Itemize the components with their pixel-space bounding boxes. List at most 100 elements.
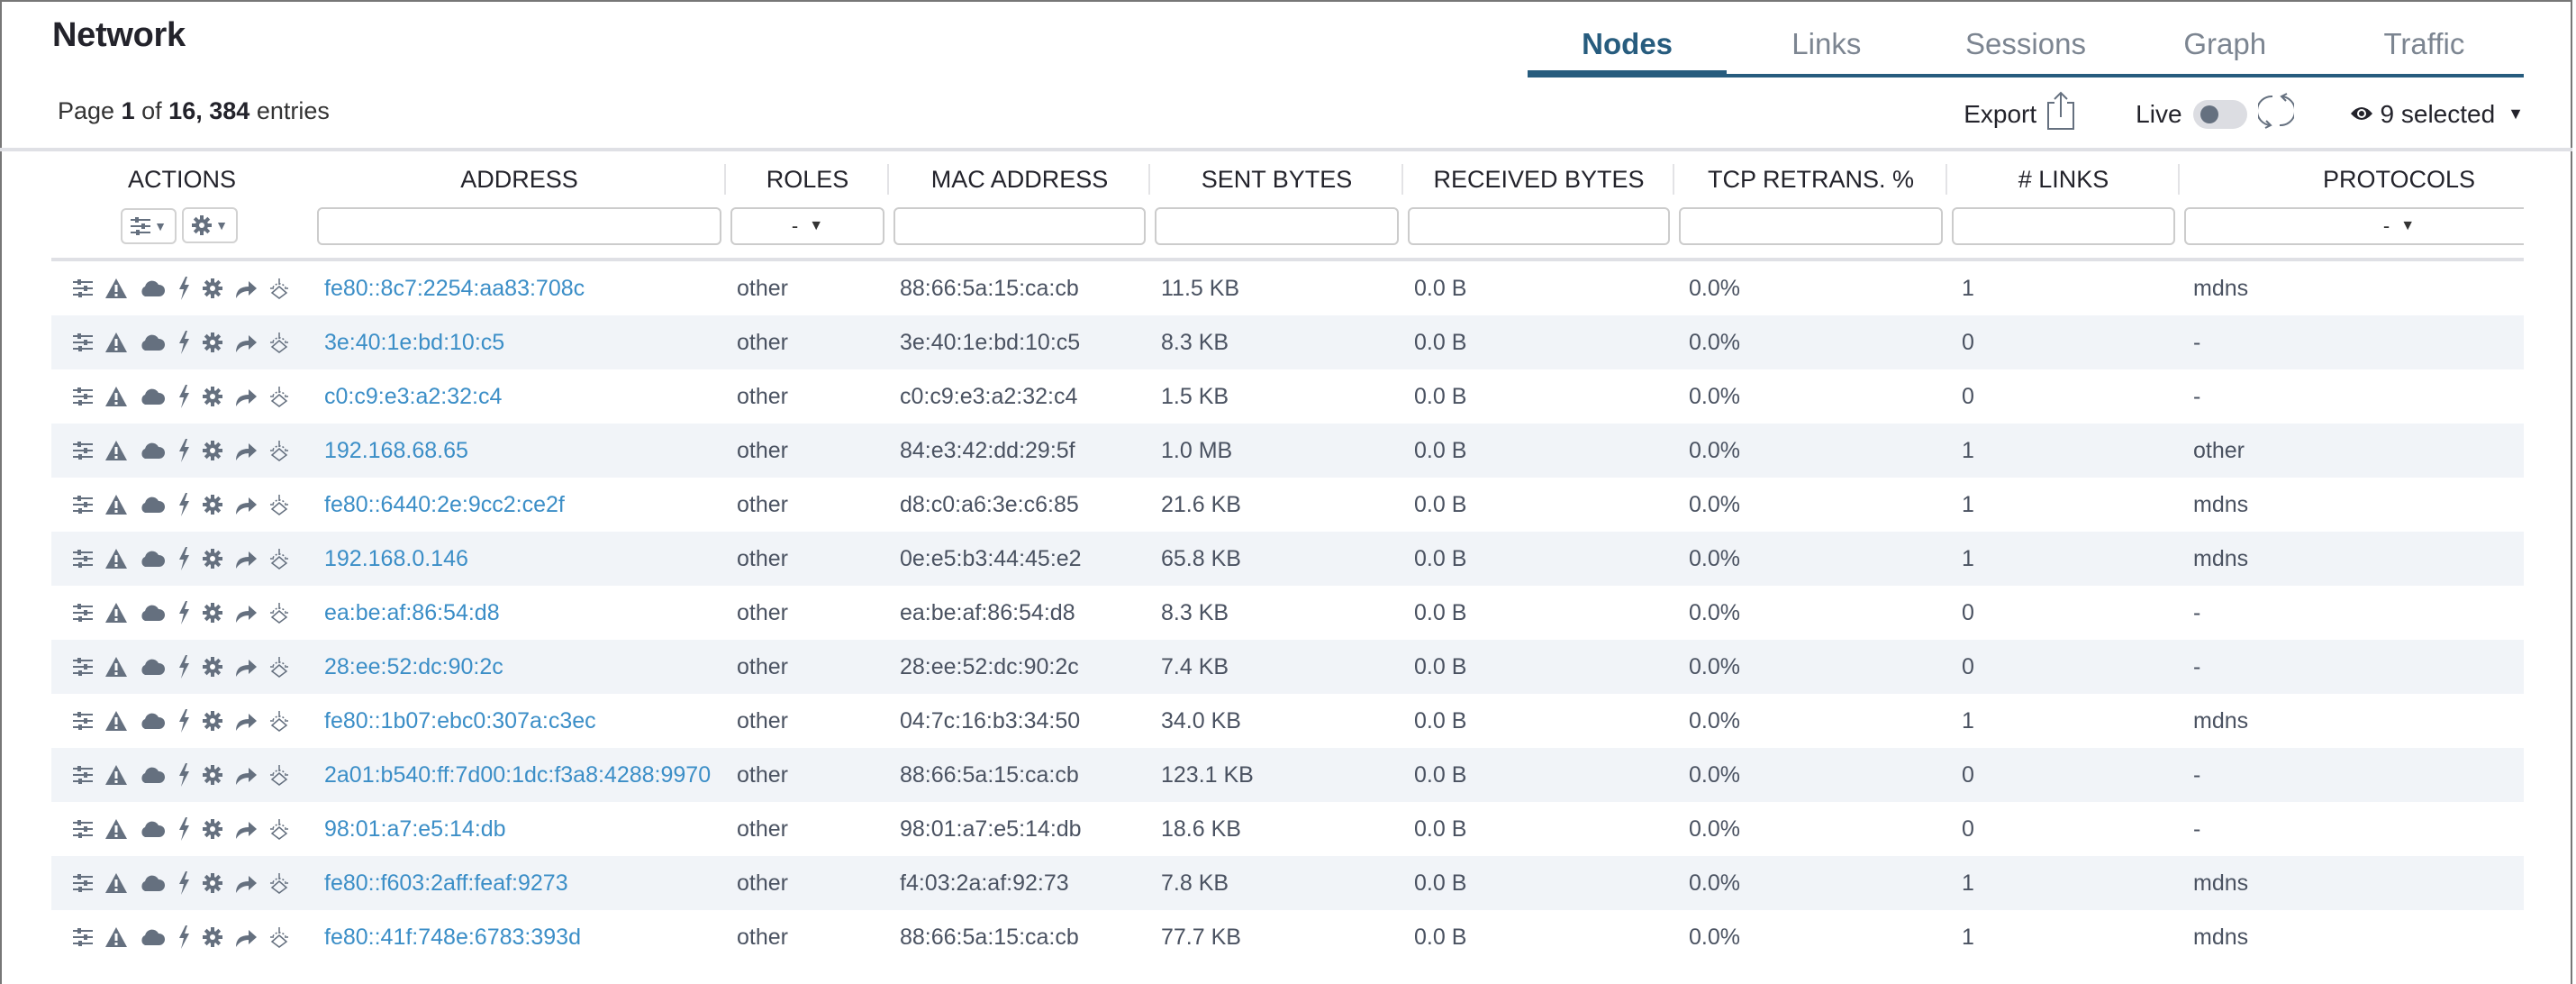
table-row[interactable]: 192.168.0.146 other 0e:e5:b3:44:45:e2 65… (51, 532, 2524, 586)
warning-icon[interactable] (104, 440, 128, 461)
sliders-icon[interactable] (73, 550, 93, 568)
cloud-icon[interactable] (140, 496, 165, 514)
table-row[interactable]: 98:01:a7:e5:14:db other 98:01:a7:e5:14:d… (51, 802, 2524, 856)
gear-icon[interactable] (203, 765, 222, 785)
address-link[interactable]: fe80::6440:2e:9cc2:ce2f (324, 492, 565, 517)
links-filter-input[interactable] (1952, 207, 2175, 245)
bolt-icon[interactable] (177, 385, 191, 408)
cloud-icon[interactable] (140, 550, 165, 568)
warning-icon[interactable] (104, 494, 128, 515)
crosshair-diamond-icon[interactable] (269, 440, 289, 461)
tab-nodes[interactable]: Nodes (1528, 0, 1728, 77)
table-row[interactable]: c0:c9:e3:a2:32:c4 other c0:c9:e3:a2:32:c… (51, 369, 2524, 424)
refresh-icon[interactable] (2255, 91, 2296, 137)
cloud-icon[interactable] (140, 874, 165, 892)
crosshair-diamond-icon[interactable] (269, 386, 289, 407)
sliders-icon[interactable] (73, 442, 93, 460)
roles-filter-select[interactable]: - ▼ (730, 207, 884, 245)
sliders-icon[interactable] (73, 279, 93, 297)
bolt-icon[interactable] (177, 493, 191, 516)
share-icon[interactable] (234, 657, 258, 677)
share-icon[interactable] (234, 333, 258, 352)
address-link[interactable]: c0:c9:e3:a2:32:c4 (324, 384, 502, 409)
col-header-tcp-retrans[interactable]: TCP RETRANS. % (1674, 151, 1947, 207)
crosshair-diamond-icon[interactable] (269, 710, 289, 732)
tab-traffic[interactable]: Traffic (2325, 0, 2524, 74)
cloud-icon[interactable] (140, 442, 165, 460)
sent-bytes-filter-input[interactable] (1155, 207, 1399, 245)
sliders-icon[interactable] (73, 387, 93, 405)
table-row[interactable]: fe80::41f:748e:6783:393d other 88:66:5a:… (51, 910, 2524, 964)
gear-icon[interactable] (203, 819, 222, 839)
table-row[interactable]: fe80::6440:2e:9cc2:ce2f other d8:c0:a6:3… (51, 478, 2524, 532)
gear-icon[interactable] (203, 278, 222, 298)
sliders-icon[interactable] (73, 496, 93, 514)
share-icon[interactable] (234, 711, 258, 731)
warning-icon[interactable] (104, 386, 128, 407)
bolt-icon[interactable] (177, 601, 191, 624)
bolt-icon[interactable] (177, 277, 191, 300)
export-button[interactable]: Export (1964, 90, 2076, 138)
gear-icon[interactable] (203, 441, 222, 460)
address-link[interactable]: fe80::1b07:ebc0:307a:c3ec (324, 708, 596, 733)
warning-icon[interactable] (104, 926, 128, 948)
gear-icon[interactable] (203, 333, 222, 352)
warning-icon[interactable] (104, 332, 128, 353)
cloud-icon[interactable] (140, 820, 165, 838)
bolt-icon[interactable] (177, 709, 191, 733)
protocols-filter-select[interactable]: - ▼ (2184, 207, 2524, 245)
live-toggle[interactable] (2192, 99, 2247, 129)
col-header-roles[interactable]: ROLES (726, 151, 889, 207)
cloud-icon[interactable] (140, 604, 165, 622)
warning-icon[interactable] (104, 818, 128, 840)
table-row[interactable]: 28:ee:52:dc:90:2c other 28:ee:52:dc:90:2… (51, 640, 2524, 694)
tab-graph[interactable]: Graph (2126, 0, 2325, 74)
address-link[interactable]: 28:ee:52:dc:90:2c (324, 654, 503, 679)
col-header-sent-bytes[interactable]: SENT BYTES (1150, 151, 1403, 207)
address-link[interactable]: fe80::41f:748e:6783:393d (324, 925, 581, 950)
col-header-links[interactable]: # LINKS (1947, 151, 2180, 207)
gear-icon[interactable] (203, 711, 222, 731)
cloud-icon[interactable] (140, 387, 165, 405)
gear-icon[interactable] (203, 495, 222, 515)
warning-icon[interactable] (104, 872, 128, 894)
cloud-icon[interactable] (140, 766, 165, 784)
crosshair-diamond-icon[interactable] (269, 656, 289, 678)
bolt-icon[interactable] (177, 547, 191, 570)
col-header-received-bytes[interactable]: RECEIVED BYTES (1403, 151, 1674, 207)
warning-icon[interactable] (104, 656, 128, 678)
address-link[interactable]: 192.168.0.146 (324, 546, 468, 571)
address-link[interactable]: 98:01:a7:e5:14:db (324, 816, 506, 842)
bulk-gear-button[interactable]: ▼ (182, 207, 238, 243)
warning-icon[interactable] (104, 710, 128, 732)
sliders-icon[interactable] (73, 766, 93, 784)
share-icon[interactable] (234, 927, 258, 947)
bolt-icon[interactable] (177, 763, 191, 787)
gear-icon[interactable] (203, 873, 222, 893)
cloud-icon[interactable] (140, 658, 165, 676)
bolt-icon[interactable] (177, 817, 191, 841)
crosshair-diamond-icon[interactable] (269, 494, 289, 515)
share-icon[interactable] (234, 441, 258, 460)
table-row[interactable]: fe80::f603:2aff:feaf:9273 other f4:03:2a… (51, 856, 2524, 910)
bolt-icon[interactable] (177, 925, 191, 949)
tab-sessions[interactable]: Sessions (1926, 0, 2125, 74)
address-link[interactable]: fe80::8c7:2254:aa83:708c (324, 276, 585, 301)
column-selector-dropdown[interactable]: 9 selected ▼ (2350, 100, 2524, 129)
table-row[interactable]: ea:be:af:86:54:d8 other ea:be:af:86:54:d… (51, 586, 2524, 640)
crosshair-diamond-icon[interactable] (269, 602, 289, 624)
crosshair-diamond-icon[interactable] (269, 872, 289, 894)
table-row[interactable]: 3e:40:1e:bd:10:c5 other 3e:40:1e:bd:10:c… (51, 315, 2524, 369)
table-row[interactable]: 2a01:b540:ff:7d00:1dc:f3a8:4288:9970 oth… (51, 748, 2524, 802)
cloud-icon[interactable] (140, 279, 165, 297)
address-link[interactable]: 3e:40:1e:bd:10:c5 (324, 330, 504, 355)
share-icon[interactable] (234, 603, 258, 623)
bolt-icon[interactable] (177, 331, 191, 354)
crosshair-diamond-icon[interactable] (269, 926, 289, 948)
warning-icon[interactable] (104, 764, 128, 786)
sliders-icon[interactable] (73, 658, 93, 676)
crosshair-diamond-icon[interactable] (269, 818, 289, 840)
address-filter-input[interactable] (317, 207, 721, 245)
address-link[interactable]: ea:be:af:86:54:d8 (324, 600, 500, 625)
address-link[interactable]: fe80::f603:2aff:feaf:9273 (324, 870, 568, 896)
